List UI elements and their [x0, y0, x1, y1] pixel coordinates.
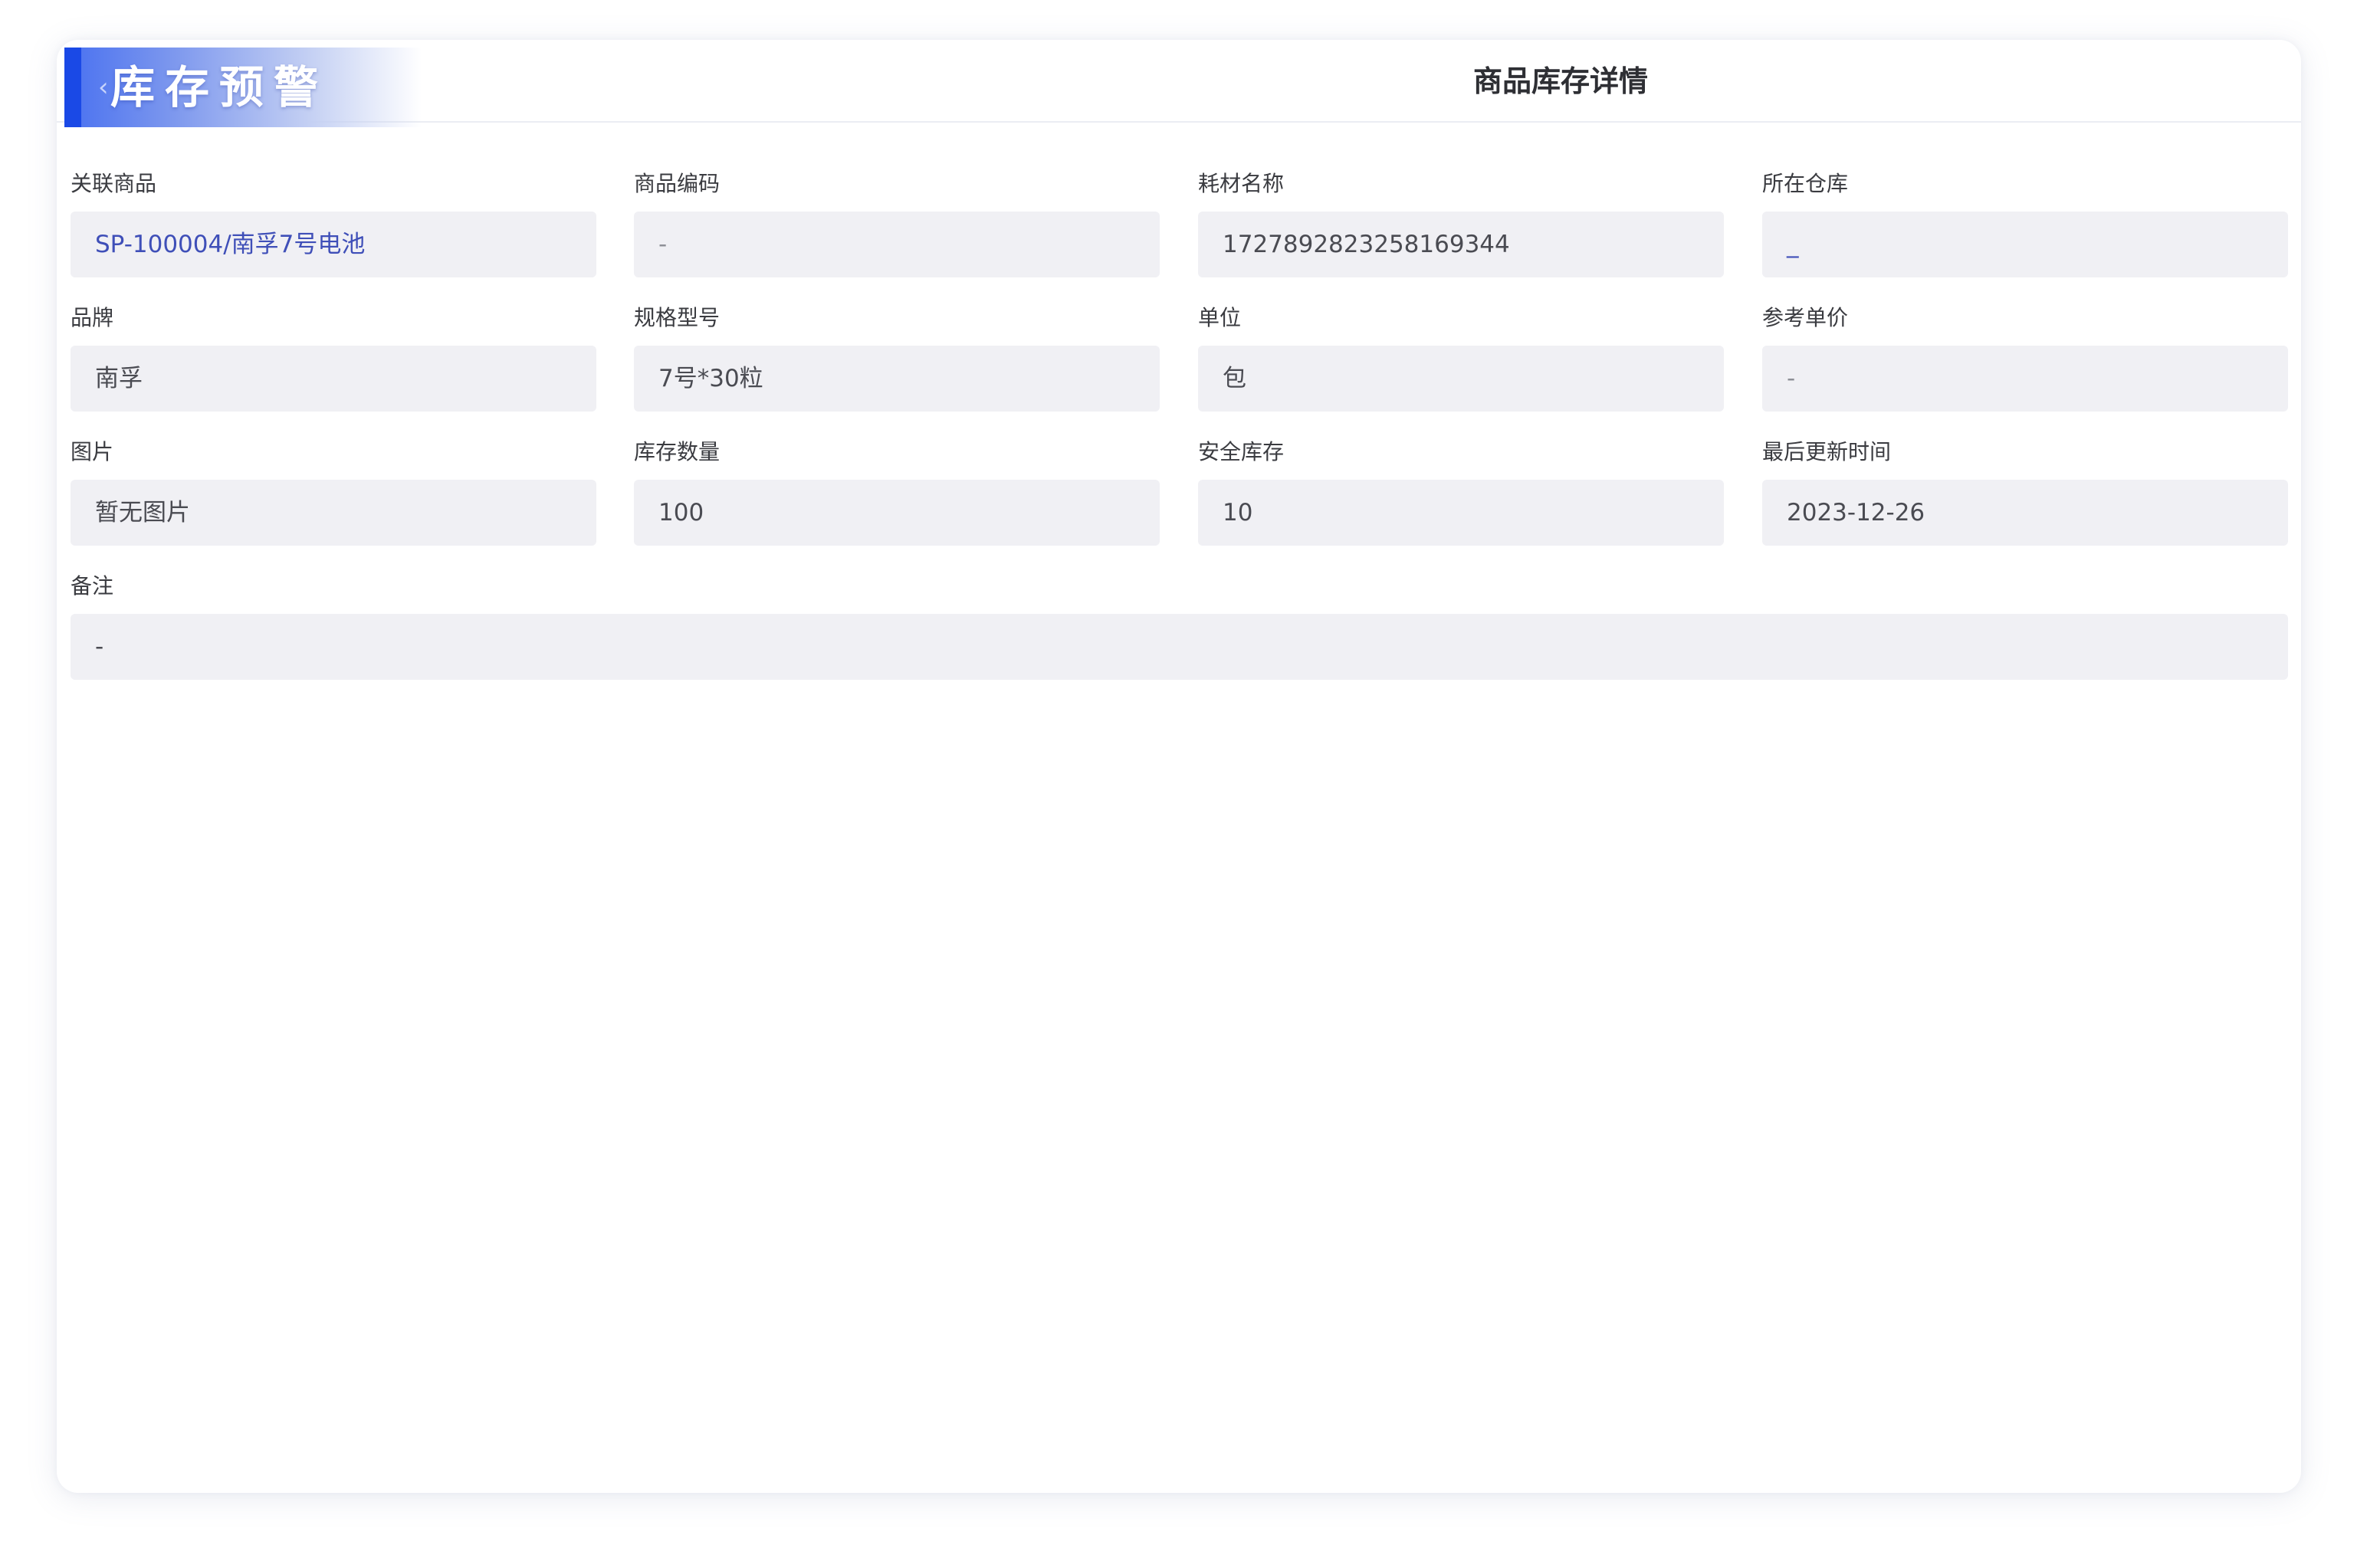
field-unit[interactable]: 包 — [1198, 346, 1724, 412]
page-title: 商品库存详情 — [1472, 64, 1648, 98]
field-brand[interactable]: 南孚 — [71, 346, 596, 412]
field-warehouse[interactable]: _ — [1762, 212, 2288, 277]
section-badge: ‹ 库存预警 — [64, 48, 422, 127]
label-remarks: 备注 — [71, 573, 114, 599]
label-consumable-name: 耗材名称 — [1198, 171, 1285, 196]
label-brand: 品牌 — [71, 305, 114, 330]
panel-header: ‹ 库存预警 商品库存详情 — [57, 40, 2301, 127]
field-reference-price[interactable]: - — [1762, 346, 2288, 412]
label-warehouse: 所在仓库 — [1762, 171, 1849, 196]
field-last-updated[interactable]: 2023-12-26 — [1762, 480, 2288, 546]
field-remarks[interactable]: - — [71, 614, 2288, 680]
label-image: 图片 — [71, 439, 114, 464]
label-specification: 规格型号 — [634, 305, 721, 330]
detail-panel: ‹ 库存预警 商品库存详情 关联商品 SP-100004/南孚7号电池 商品编码… — [57, 40, 2301, 1493]
field-specification[interactable]: 7号*30粒 — [634, 346, 1160, 412]
label-unit: 单位 — [1198, 305, 1242, 330]
field-consumable-name[interactable]: 1727892823258169344 — [1198, 212, 1724, 277]
field-product-code[interactable]: - — [634, 212, 1160, 277]
field-linked-product[interactable]: SP-100004/南孚7号电池 — [71, 212, 596, 277]
label-product-code: 商品编码 — [634, 171, 721, 196]
field-image[interactable]: 暂无图片 — [71, 480, 596, 546]
accent-bar — [64, 48, 81, 127]
label-reference-price: 参考单价 — [1762, 305, 1849, 330]
field-safety-stock[interactable]: 10 — [1198, 480, 1724, 546]
label-linked-product: 关联商品 — [71, 171, 157, 196]
label-safety-stock: 安全库存 — [1198, 439, 1285, 464]
label-last-updated: 最后更新时间 — [1762, 439, 1892, 464]
field-stock-quantity[interactable]: 100 — [634, 480, 1160, 546]
label-stock-quantity: 库存数量 — [634, 439, 721, 464]
section-title: 库存预警 — [110, 61, 329, 113]
